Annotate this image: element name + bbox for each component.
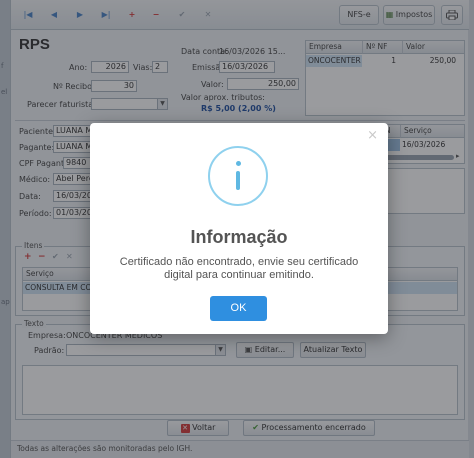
ok-button[interactable]: OK xyxy=(210,296,267,321)
info-dialog: × Informação Certificado não encontrado,… xyxy=(90,123,388,334)
info-icon xyxy=(208,146,268,206)
dialog-title: Informação xyxy=(190,227,288,247)
info-icon-dot xyxy=(236,161,241,166)
info-icon-bar xyxy=(236,171,240,190)
close-icon[interactable]: × xyxy=(367,128,378,143)
dialog-message: Certificado não encontrado, envie seu ce… xyxy=(119,256,359,281)
